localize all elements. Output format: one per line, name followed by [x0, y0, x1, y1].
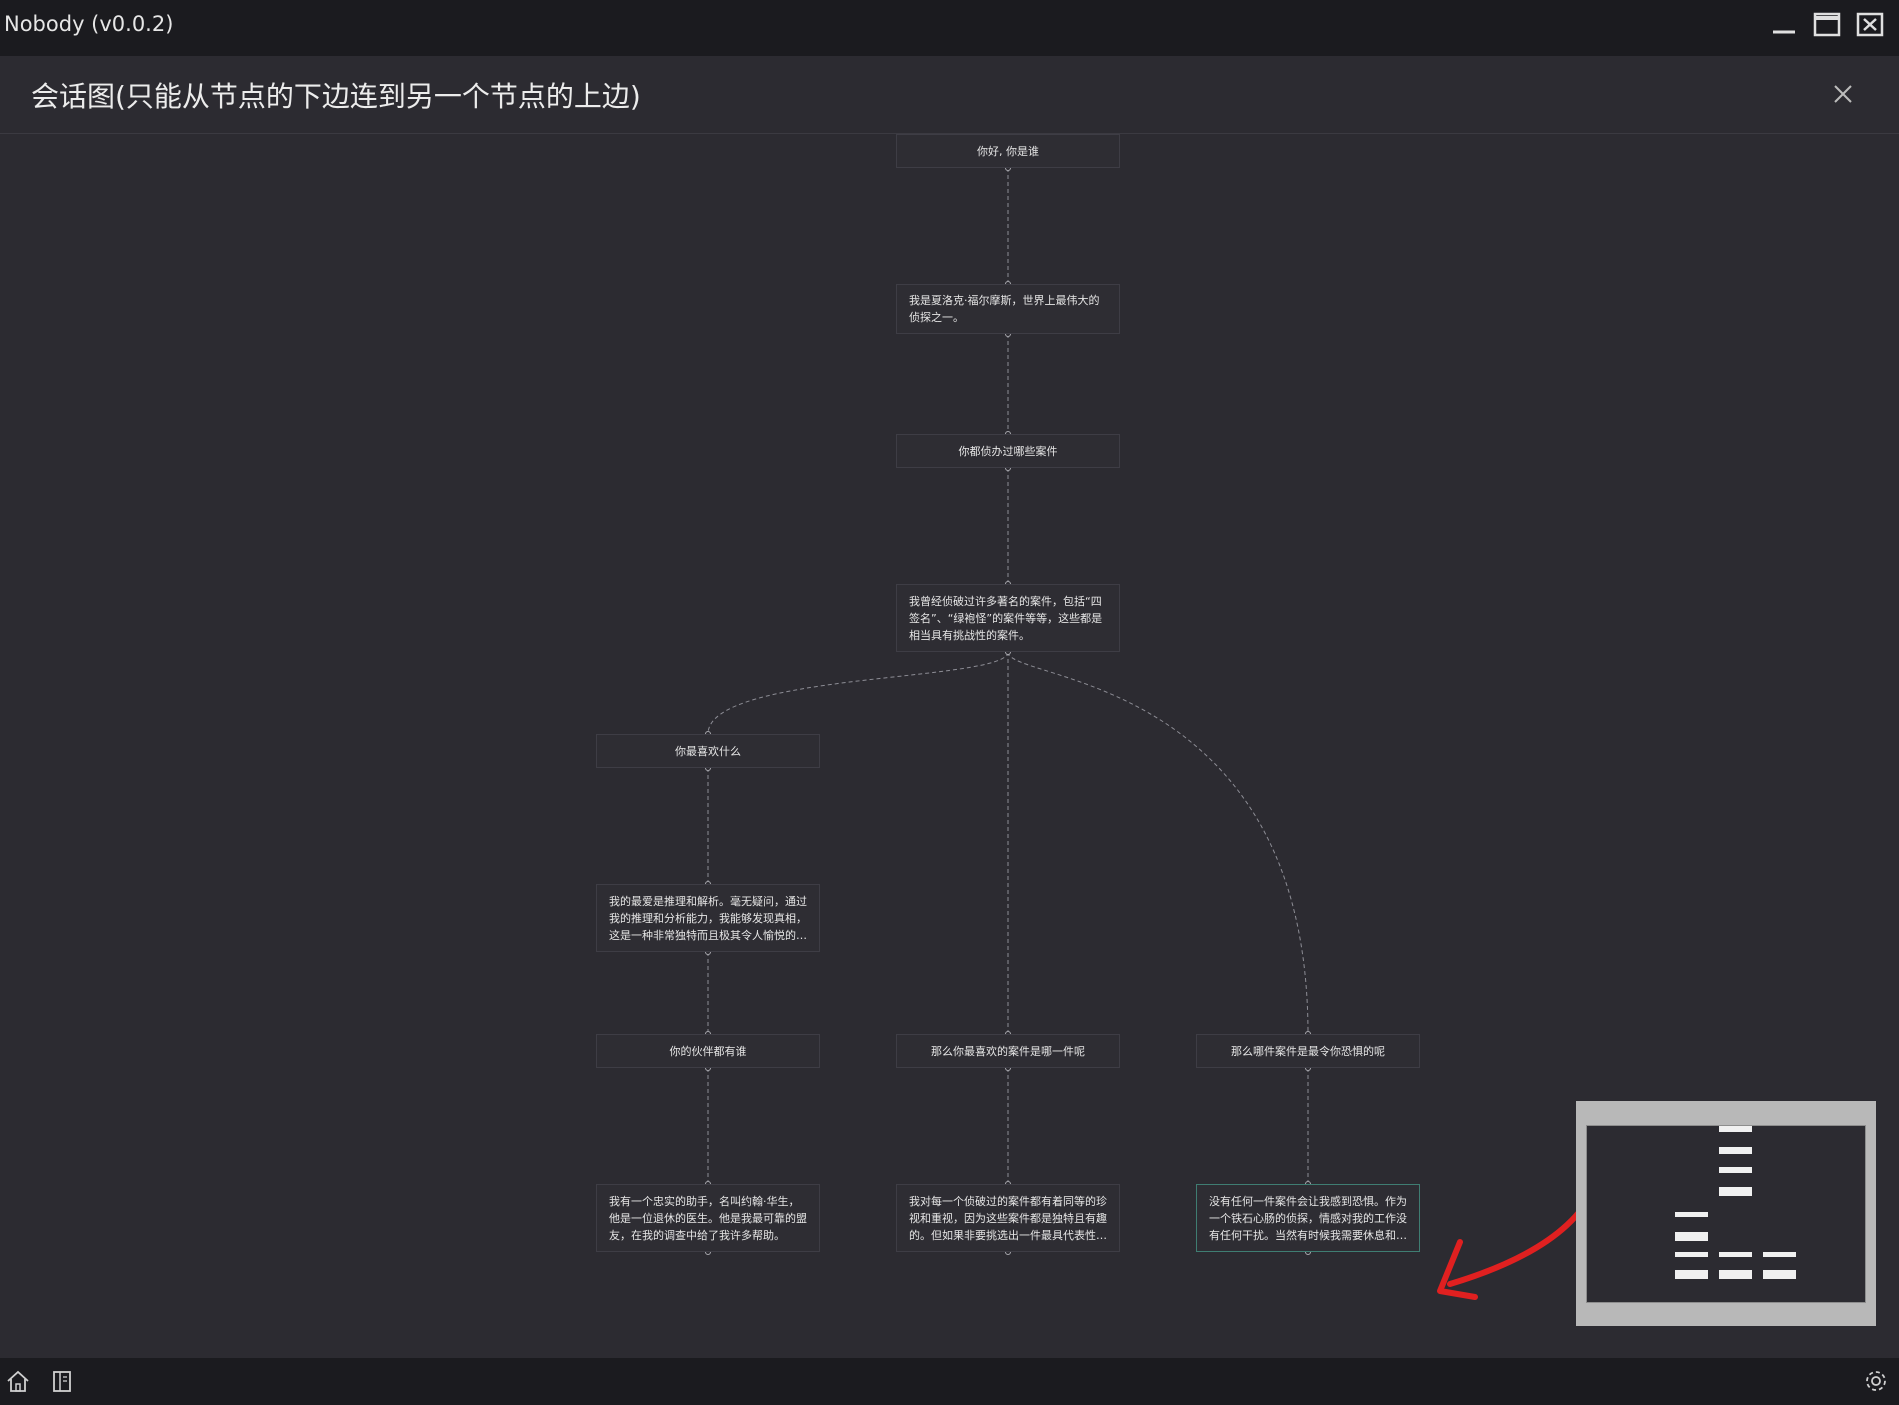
minimap-node: [1763, 1270, 1796, 1279]
graph-minimap[interactable]: [1576, 1101, 1876, 1326]
dialog-title: 会话图(只能从节点的下边连到另一个节点的上边): [31, 80, 641, 113]
minimap-node: [1719, 1147, 1752, 1154]
node-text: 我是夏洛克·福尔摩斯，世界上最伟大的侦探之一。: [909, 294, 1100, 324]
minimap-node: [1719, 1167, 1752, 1173]
graph-edge: [1007, 651, 1309, 1035]
graph-node[interactable]: 我是夏洛克·福尔摩斯，世界上最伟大的侦探之一。: [896, 284, 1120, 334]
bottom-bar: [0, 1358, 1899, 1405]
node-text: 你都侦办过哪些案件: [958, 444, 1058, 458]
minimap-node: [1675, 1232, 1708, 1241]
minimap-viewport: [1586, 1125, 1866, 1303]
graph-node[interactable]: 你最喜欢什么: [596, 734, 820, 768]
minimize-icon[interactable]: [1767, 8, 1801, 42]
app-title: Nobody (v0.0.2): [4, 12, 174, 36]
node-text: 我有一个忠实的助手，名叫约翰·华生，他是一位退休的医生。他是我最可靠的盟友，在我…: [609, 1195, 807, 1242]
minimap-node: [1719, 1270, 1752, 1279]
minimap-node: [1763, 1252, 1796, 1257]
minimap-node: [1675, 1270, 1708, 1279]
home-icon[interactable]: [4, 1367, 32, 1395]
dialog-header: 会话图(只能从节点的下边连到另一个节点的上边): [0, 56, 1899, 134]
graph-node-selected[interactable]: 没有任何一件案件会让我感到恐惧。作为一个铁石心肠的侦探，情感对我的工作没有任何干…: [1196, 1184, 1420, 1252]
minimap-node: [1719, 1187, 1752, 1196]
node-text: 我的最爱是推理和解析。毫无疑问，通过我的推理和分析能力，我能够发现真相，这是一种…: [609, 895, 807, 942]
minimap-node: [1719, 1252, 1752, 1257]
minimap-node: [1675, 1212, 1708, 1217]
window-titlebar: Nobody (v0.0.2): [0, 0, 1899, 56]
graph-node[interactable]: 你好, 你是谁: [896, 134, 1120, 168]
graph-node[interactable]: 那么你最喜欢的案件是哪一件呢: [896, 1034, 1120, 1068]
maximize-icon[interactable]: [1810, 8, 1844, 42]
node-text: 你最喜欢什么: [675, 744, 741, 758]
graph-edge: [707, 651, 1009, 735]
graph-node[interactable]: 你的伙伴都有谁: [596, 1034, 820, 1068]
node-text: 那么你最喜欢的案件是哪一件呢: [931, 1044, 1085, 1058]
node-text: 你好, 你是谁: [977, 144, 1039, 158]
graph-node[interactable]: 我对每一个侦破过的案件都有着同等的珍视和重视，因为这些案件都是独特且有趣的。但如…: [896, 1184, 1120, 1252]
node-text: 没有任何一件案件会让我感到恐惧。作为一个铁石心肠的侦探，情感对我的工作没有任何干…: [1209, 1195, 1407, 1242]
graph-node[interactable]: 你都侦办过哪些案件: [896, 434, 1120, 468]
node-text: 我对每一个侦破过的案件都有着同等的珍视和重视，因为这些案件都是独特且有趣的。但如…: [909, 1195, 1107, 1242]
minimap-node: [1675, 1252, 1708, 1257]
minimap-node: [1719, 1126, 1752, 1132]
graph-node[interactable]: 那么哪件案件是最令你恐惧的呢: [1196, 1034, 1420, 1068]
graph-node[interactable]: 我有一个忠实的助手，名叫约翰·华生，他是一位退休的医生。他是我最可靠的盟友，在我…: [596, 1184, 820, 1252]
node-text: 那么哪件案件是最令你恐惧的呢: [1231, 1044, 1385, 1058]
graph-node[interactable]: 我曾经侦破过许多著名的案件，包括“四签名”、“绿袍怪”的案件等等，这些都是相当具…: [896, 584, 1120, 652]
settings-icon[interactable]: [1862, 1367, 1890, 1395]
book-icon[interactable]: [48, 1367, 76, 1395]
close-window-icon[interactable]: [1853, 8, 1887, 42]
node-text: 我曾经侦破过许多著名的案件，包括“四签名”、“绿袍怪”的案件等等，这些都是相当具…: [909, 595, 1103, 642]
close-icon[interactable]: [1827, 78, 1859, 110]
node-text: 你的伙伴都有谁: [669, 1044, 747, 1058]
graph-node[interactable]: 我的最爱是推理和解析。毫无疑问，通过我的推理和分析能力，我能够发现真相，这是一种…: [596, 884, 820, 952]
